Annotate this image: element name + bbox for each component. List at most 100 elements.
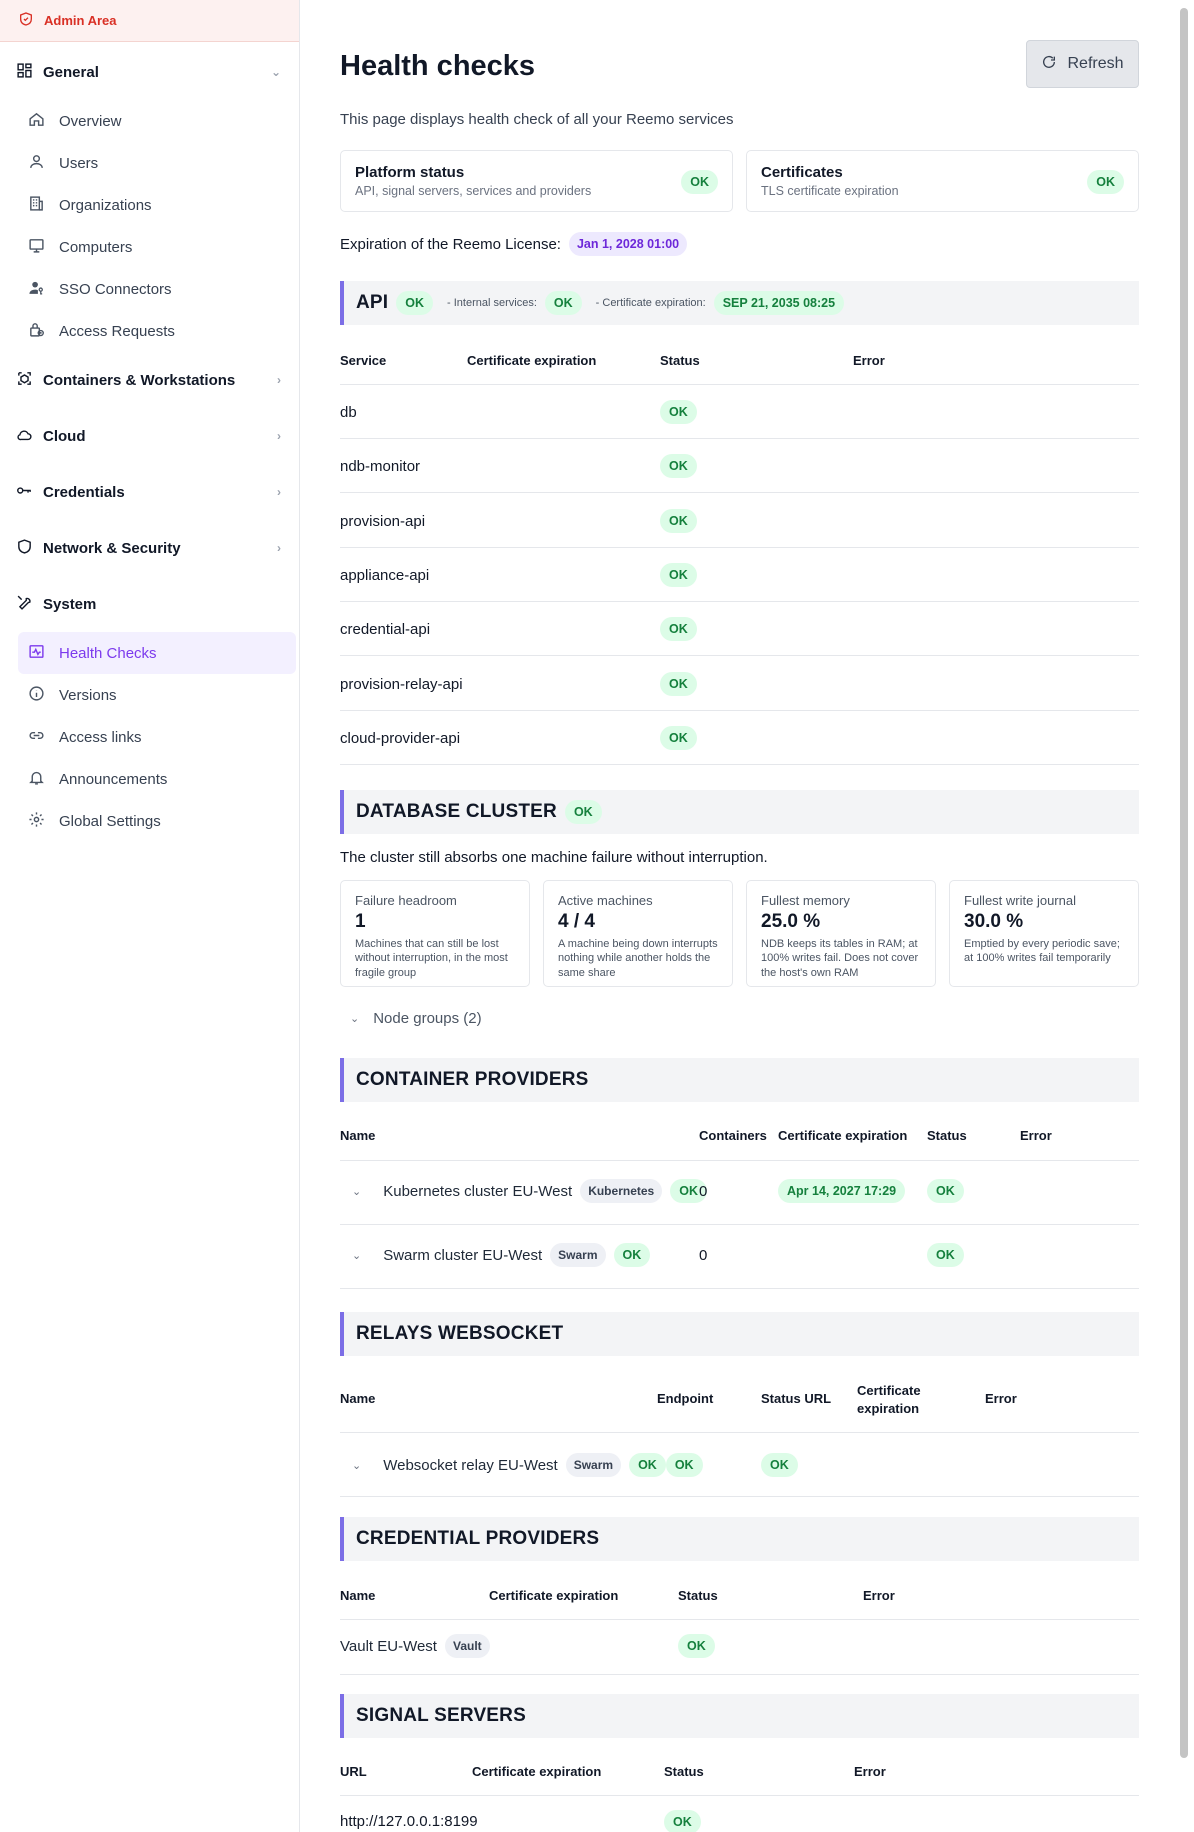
page-subtitle: This page displays health check of all y… bbox=[340, 111, 734, 128]
sidebar-item-users[interactable]: Users bbox=[18, 142, 295, 184]
sidebar-item-overview[interactable]: Overview bbox=[18, 100, 295, 142]
nav-section-label: Cloud bbox=[43, 427, 86, 445]
service-name: ndb-monitor bbox=[340, 458, 421, 475]
cluster-note: The cluster still absorbs one machine fa… bbox=[340, 849, 768, 866]
chevron-right-icon: › bbox=[277, 485, 281, 499]
nav-section-cloud[interactable]: Cloud › bbox=[0, 408, 299, 464]
sidebar-item-access-requests[interactable]: Access Requests bbox=[18, 310, 295, 352]
metric-card-fullest-write-journal: Fullest write journal 30.0 % Emptied by … bbox=[949, 880, 1139, 987]
node-groups-label: Node groups (2) bbox=[373, 1010, 482, 1027]
sidebar-item-organizations[interactable]: Organizations bbox=[18, 184, 295, 226]
sidebar-item-access-links[interactable]: Access links bbox=[18, 716, 295, 758]
chevron-down-icon: ⌄ bbox=[350, 1013, 360, 1025]
api-section-header: API OK - Internal services: OK - Certifi… bbox=[340, 281, 1139, 325]
gear-icon bbox=[28, 811, 45, 832]
sidebar-item-announcements[interactable]: Announcements bbox=[18, 758, 295, 800]
divider bbox=[340, 1160, 1139, 1161]
metric-description: Machines that can still be lost without … bbox=[355, 938, 508, 979]
info-icon bbox=[28, 685, 45, 706]
status-badge: OK bbox=[629, 1453, 666, 1477]
status-badge: OK bbox=[660, 726, 697, 750]
admin-area-label: Admin Area bbox=[44, 13, 117, 28]
dashboard-icon bbox=[16, 62, 33, 83]
signal-servers-section-header: SIGNAL SERVERS bbox=[340, 1694, 1139, 1738]
nav-section-system[interactable]: System bbox=[0, 576, 299, 632]
admin-area-banner[interactable]: Admin Area bbox=[0, 0, 299, 42]
status-badge: OK bbox=[544, 291, 582, 315]
service-name: cloud-provider-api bbox=[340, 730, 461, 747]
monitor-icon bbox=[28, 237, 45, 258]
sidebar-item-sso-connectors[interactable]: SSO Connectors bbox=[18, 268, 295, 310]
status-badge: OK bbox=[927, 1243, 964, 1267]
service-name: provision-relay-api bbox=[340, 676, 463, 693]
card-description: API, signal servers, services and provid… bbox=[355, 184, 592, 198]
home-icon bbox=[28, 111, 45, 132]
container-icon bbox=[16, 370, 33, 391]
column-header: Status bbox=[927, 1128, 967, 1143]
shield-icon bbox=[18, 11, 34, 30]
provider-name: Swarm cluster EU-West bbox=[383, 1246, 543, 1264]
metric-card-active-machines: Active machines 4 / 4 A machine being do… bbox=[543, 880, 733, 987]
certificate-date-badge: SEP 21, 2035 08:25 bbox=[713, 291, 845, 315]
divider bbox=[340, 655, 1139, 656]
card-title: Certificates bbox=[761, 164, 843, 181]
sidebar-item-label: Versions bbox=[59, 686, 117, 704]
sidebar-item-health-checks[interactable]: Health Checks bbox=[18, 632, 296, 674]
nav-section-network[interactable]: Network & Security › bbox=[0, 520, 299, 576]
divider bbox=[340, 1224, 1139, 1225]
internal-services-label: - Internal services: bbox=[447, 297, 537, 309]
refresh-button[interactable]: Refresh bbox=[1026, 40, 1139, 88]
page-scrollbar[interactable] bbox=[1180, 8, 1188, 1758]
section-title: SIGNAL SERVERS bbox=[356, 1705, 526, 1726]
building-icon bbox=[28, 195, 45, 216]
status-badge: OK bbox=[660, 400, 697, 424]
status-badge: OK bbox=[681, 170, 718, 194]
section-title: RELAYS WEBSOCKET bbox=[356, 1323, 564, 1344]
sidebar-item-label: Users bbox=[59, 154, 99, 172]
divider bbox=[340, 1795, 1139, 1796]
section-title: CREDENTIAL PROVIDERS bbox=[356, 1528, 600, 1549]
column-header: Endpoint bbox=[657, 1391, 714, 1406]
nav-section-general[interactable]: General ⌄ bbox=[0, 44, 299, 100]
status-badge: OK bbox=[613, 1243, 651, 1267]
node-groups-toggle[interactable]: ⌄ Node groups (2) bbox=[350, 1010, 482, 1027]
chevron-right-icon: › bbox=[277, 541, 281, 555]
containers-count: 0 bbox=[699, 1247, 708, 1264]
container-providers-section-header: CONTAINER PROVIDERS bbox=[340, 1058, 1139, 1102]
license-expiration: Expiration of the Reemo License: Jan 1, … bbox=[340, 232, 688, 256]
endpoint-status-badge: OK bbox=[665, 1453, 703, 1477]
divider bbox=[340, 1674, 1139, 1675]
signal-server-url[interactable]: http://127.0.0.1:8199 bbox=[340, 1813, 478, 1830]
column-header-line: Certificate bbox=[857, 1383, 921, 1398]
nav-section-credentials[interactable]: Credentials › bbox=[0, 464, 299, 520]
database-section-header: DATABASE CLUSTER OK bbox=[340, 790, 1139, 834]
lock-clock-icon bbox=[28, 321, 45, 342]
nav-section-containers[interactable]: Containers & Workstations › bbox=[0, 352, 299, 408]
column-header: Containers bbox=[699, 1128, 767, 1143]
table-row[interactable]: Vault EU-West Vault bbox=[340, 1634, 490, 1658]
divider bbox=[340, 710, 1139, 711]
divider bbox=[340, 547, 1139, 548]
cloud-icon bbox=[16, 426, 33, 447]
sidebar-item-global-settings[interactable]: Global Settings bbox=[18, 800, 295, 842]
column-header: Certificate expiration bbox=[467, 353, 597, 368]
table-row[interactable]: ⌄ Kubernetes cluster EU-West Kubernetes … bbox=[352, 1179, 707, 1203]
credential-providers-section-header: CREDENTIAL PROVIDERS bbox=[340, 1517, 1139, 1561]
certificate-expiration-label: - Certificate expiration: bbox=[595, 297, 706, 309]
column-header-line: expiration bbox=[857, 1401, 920, 1416]
sidebar-item-versions[interactable]: Versions bbox=[18, 674, 295, 716]
nav-section-label: Credentials bbox=[43, 483, 125, 501]
divider bbox=[340, 1619, 1139, 1620]
sidebar-item-computers[interactable]: Computers bbox=[18, 226, 295, 268]
status-badge: OK bbox=[660, 563, 697, 587]
status-badge: OK bbox=[396, 291, 434, 315]
status-badge: OK bbox=[664, 1810, 701, 1832]
nav-section-label: Containers & Workstations bbox=[43, 371, 236, 389]
section-title: DATABASE CLUSTER bbox=[356, 801, 557, 822]
sidebar-item-label: Organizations bbox=[59, 196, 152, 214]
link-icon bbox=[28, 727, 45, 748]
table-row[interactable]: ⌄ Websocket relay EU-West Swarm OK OK bbox=[352, 1453, 703, 1477]
divider bbox=[340, 438, 1139, 439]
metric-card-fullest-memory: Fullest memory 25.0 % NDB keeps its tabl… bbox=[746, 880, 936, 987]
table-row[interactable]: ⌄ Swarm cluster EU-West Swarm OK bbox=[352, 1243, 651, 1267]
